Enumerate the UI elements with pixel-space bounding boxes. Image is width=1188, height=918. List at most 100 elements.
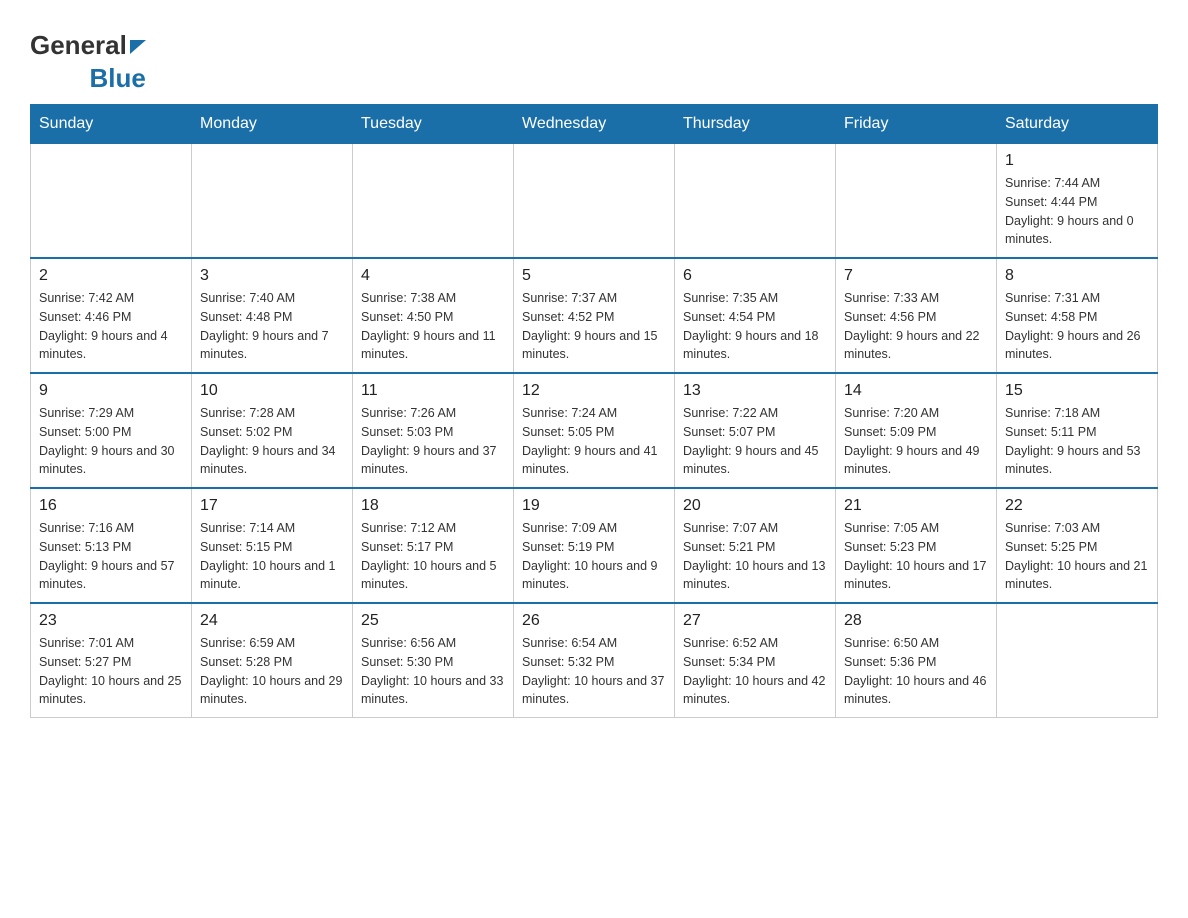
day-number: 5 [522, 267, 666, 285]
day-info: Sunrise: 7:28 AMSunset: 5:02 PMDaylight:… [200, 404, 344, 479]
day-number: 22 [1005, 497, 1149, 515]
calendar-cell: 10 Sunrise: 7:28 AMSunset: 5:02 PMDayligh… [192, 373, 353, 488]
calendar-cell: 24 Sunrise: 6:59 AMSunset: 5:28 PMDayligh… [192, 603, 353, 718]
calendar-cell [31, 144, 192, 259]
calendar-cell: 22 Sunrise: 7:03 AMSunset: 5:25 PMDayligh… [997, 488, 1158, 603]
day-info: Sunrise: 7:18 AMSunset: 5:11 PMDaylight:… [1005, 404, 1149, 479]
calendar-cell: 4 Sunrise: 7:38 AMSunset: 4:50 PMDaylight… [353, 258, 514, 373]
calendar-cell: 15 Sunrise: 7:18 AMSunset: 5:11 PMDayligh… [997, 373, 1158, 488]
day-info: Sunrise: 7:14 AMSunset: 5:15 PMDaylight:… [200, 519, 344, 594]
day-number: 26 [522, 612, 666, 630]
calendar-cell: 2 Sunrise: 7:42 AMSunset: 4:46 PMDaylight… [31, 258, 192, 373]
calendar-table: SundayMondayTuesdayWednesdayThursdayFrid… [30, 104, 1158, 718]
calendar-cell: 16 Sunrise: 7:16 AMSunset: 5:13 PMDayligh… [31, 488, 192, 603]
day-info: Sunrise: 7:12 AMSunset: 5:17 PMDaylight:… [361, 519, 505, 594]
calendar-cell [514, 144, 675, 259]
weekday-header-thursday: Thursday [675, 105, 836, 144]
page-header: General Blue [30, 20, 1158, 94]
calendar-cell: 3Sunrise: 7:40 AMSunset: 4:48 PMDaylight… [192, 258, 353, 373]
day-info: Sunrise: 6:54 AMSunset: 5:32 PMDaylight:… [522, 634, 666, 709]
calendar-cell: 12 Sunrise: 7:24 AMSunset: 5:05 PMDayligh… [514, 373, 675, 488]
day-info: Sunrise: 7:16 AMSunset: 5:13 PMDaylight:… [39, 519, 183, 594]
day-number: 10 [200, 382, 344, 400]
calendar-cell: 18 Sunrise: 7:12 AMSunset: 5:17 PMDayligh… [353, 488, 514, 603]
day-info: Sunrise: 7:05 AMSunset: 5:23 PMDaylight:… [844, 519, 988, 594]
day-number: 2 [39, 267, 183, 285]
calendar-cell: 28Sunrise: 6:50 AMSunset: 5:36 PMDayligh… [836, 603, 997, 718]
day-number: 6 [683, 267, 827, 285]
day-info: Sunrise: 7:44 AMSunset: 4:44 PMDaylight:… [1005, 174, 1149, 249]
calendar-week-row: 2 Sunrise: 7:42 AMSunset: 4:46 PMDaylight… [31, 258, 1158, 373]
calendar-cell: 13 Sunrise: 7:22 AMSunset: 5:07 PMDayligh… [675, 373, 836, 488]
day-number: 23 [39, 612, 183, 630]
calendar-week-row: 16 Sunrise: 7:16 AMSunset: 5:13 PMDayligh… [31, 488, 1158, 603]
calendar-cell: 1 Sunrise: 7:44 AMSunset: 4:44 PMDaylight… [997, 144, 1158, 259]
weekday-header-tuesday: Tuesday [353, 105, 514, 144]
day-info: Sunrise: 7:20 AMSunset: 5:09 PMDaylight:… [844, 404, 988, 479]
day-number: 19 [522, 497, 666, 515]
calendar-cell: 21Sunrise: 7:05 AMSunset: 5:23 PMDayligh… [836, 488, 997, 603]
logo-blue: Blue [89, 63, 145, 94]
calendar-cell: 6 Sunrise: 7:35 AMSunset: 4:54 PMDaylight… [675, 258, 836, 373]
calendar-cell: 19 Sunrise: 7:09 AMSunset: 5:19 PMDayligh… [514, 488, 675, 603]
day-number: 7 [844, 267, 988, 285]
day-info: Sunrise: 7:31 AMSunset: 4:58 PMDaylight:… [1005, 289, 1149, 364]
calendar-cell [997, 603, 1158, 718]
calendar-cell: 23Sunrise: 7:01 AMSunset: 5:27 PMDayligh… [31, 603, 192, 718]
weekday-header-friday: Friday [836, 105, 997, 144]
day-number: 18 [361, 497, 505, 515]
day-number: 4 [361, 267, 505, 285]
day-info: Sunrise: 7:24 AMSunset: 5:05 PMDaylight:… [522, 404, 666, 479]
day-info: Sunrise: 7:07 AMSunset: 5:21 PMDaylight:… [683, 519, 827, 594]
calendar-cell [192, 144, 353, 259]
calendar-cell: 26 Sunrise: 6:54 AMSunset: 5:32 PMDayligh… [514, 603, 675, 718]
day-number: 12 [522, 382, 666, 400]
weekday-header-sunday: Sunday [31, 105, 192, 144]
day-info: Sunrise: 7:38 AMSunset: 4:50 PMDaylight:… [361, 289, 505, 364]
calendar-cell [353, 144, 514, 259]
day-info: Sunrise: 7:03 AMSunset: 5:25 PMDaylight:… [1005, 519, 1149, 594]
day-number: 15 [1005, 382, 1149, 400]
day-number: 1 [1005, 152, 1149, 170]
day-info: Sunrise: 6:52 AMSunset: 5:34 PMDaylight:… [683, 634, 827, 709]
day-number: 9 [39, 382, 183, 400]
calendar-cell [675, 144, 836, 259]
day-number: 8 [1005, 267, 1149, 285]
day-info: Sunrise: 7:29 AMSunset: 5:00 PMDaylight:… [39, 404, 183, 479]
calendar-week-row: 9 Sunrise: 7:29 AMSunset: 5:00 PMDaylight… [31, 373, 1158, 488]
day-info: Sunrise: 6:56 AMSunset: 5:30 PMDaylight:… [361, 634, 505, 709]
day-number: 16 [39, 497, 183, 515]
day-info: Sunrise: 7:37 AMSunset: 4:52 PMDaylight:… [522, 289, 666, 364]
day-number: 14 [844, 382, 988, 400]
calendar-cell: 27Sunrise: 6:52 AMSunset: 5:34 PMDayligh… [675, 603, 836, 718]
calendar-cell: 25 Sunrise: 6:56 AMSunset: 5:30 PMDayligh… [353, 603, 514, 718]
day-number: 24 [200, 612, 344, 630]
weekday-header-row: SundayMondayTuesdayWednesdayThursdayFrid… [31, 105, 1158, 144]
day-info: Sunrise: 7:22 AMSunset: 5:07 PMDaylight:… [683, 404, 827, 479]
day-info: Sunrise: 7:33 AMSunset: 4:56 PMDaylight:… [844, 289, 988, 364]
calendar-cell: 5 Sunrise: 7:37 AMSunset: 4:52 PMDaylight… [514, 258, 675, 373]
day-info: Sunrise: 7:09 AMSunset: 5:19 PMDaylight:… [522, 519, 666, 594]
calendar-week-row: 23Sunrise: 7:01 AMSunset: 5:27 PMDayligh… [31, 603, 1158, 718]
day-info: Sunrise: 6:59 AMSunset: 5:28 PMDaylight:… [200, 634, 344, 709]
day-info: Sunrise: 7:26 AMSunset: 5:03 PMDaylight:… [361, 404, 505, 479]
calendar-cell: 17 Sunrise: 7:14 AMSunset: 5:15 PMDayligh… [192, 488, 353, 603]
day-info: Sunrise: 6:50 AMSunset: 5:36 PMDaylight:… [844, 634, 988, 709]
weekday-header-monday: Monday [192, 105, 353, 144]
day-number: 17 [200, 497, 344, 515]
day-number: 13 [683, 382, 827, 400]
day-number: 20 [683, 497, 827, 515]
weekday-header-saturday: Saturday [997, 105, 1158, 144]
calendar-cell: 20 Sunrise: 7:07 AMSunset: 5:21 PMDayligh… [675, 488, 836, 603]
day-number: 11 [361, 382, 505, 400]
day-info: Sunrise: 7:42 AMSunset: 4:46 PMDaylight:… [39, 289, 183, 364]
logo: General Blue [30, 30, 146, 94]
weekday-header-wednesday: Wednesday [514, 105, 675, 144]
day-number: 25 [361, 612, 505, 630]
calendar-cell: 7 Sunrise: 7:33 AMSunset: 4:56 PMDaylight… [836, 258, 997, 373]
calendar-cell: 9 Sunrise: 7:29 AMSunset: 5:00 PMDaylight… [31, 373, 192, 488]
day-info: Sunrise: 7:35 AMSunset: 4:54 PMDaylight:… [683, 289, 827, 364]
calendar-cell: 8 Sunrise: 7:31 AMSunset: 4:58 PMDaylight… [997, 258, 1158, 373]
calendar-cell [836, 144, 997, 259]
calendar-cell: 14 Sunrise: 7:20 AMSunset: 5:09 PMDayligh… [836, 373, 997, 488]
